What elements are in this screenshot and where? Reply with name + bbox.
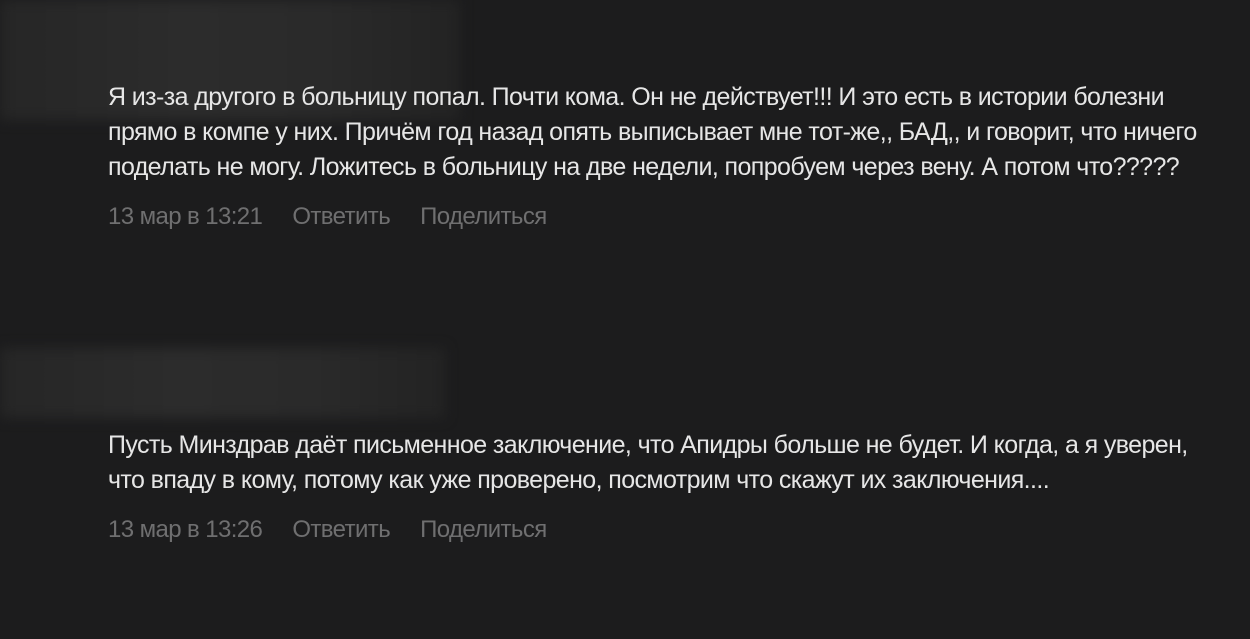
comment-text: Я из-за другого в больницу попал. Почти … (108, 83, 1197, 181)
share-button[interactable]: Поделиться (420, 516, 547, 544)
blurred-author-header (0, 348, 445, 418)
reply-button[interactable]: Ответить (292, 516, 390, 544)
comment: Я из-за другого в больницу попал. Почти … (108, 80, 1218, 231)
comment-timestamp[interactable]: 13 мар в 13:26 (108, 516, 263, 544)
comment-meta: 13 мар в 13:26 Ответить Поделиться (108, 516, 1218, 544)
reply-button[interactable]: Ответить (292, 203, 390, 231)
share-button[interactable]: Поделиться (420, 203, 547, 231)
comment-meta: 13 мар в 13:21 Ответить Поделиться (108, 203, 1218, 231)
comments-page: Я из-за другого в больницу попал. Почти … (0, 0, 1250, 639)
comment-timestamp[interactable]: 13 мар в 13:21 (108, 203, 263, 231)
comment: Пусть Минздрав даёт письменное заключени… (108, 428, 1218, 544)
comment-text: Пусть Минздрав даёт письменное заключени… (108, 431, 1188, 494)
